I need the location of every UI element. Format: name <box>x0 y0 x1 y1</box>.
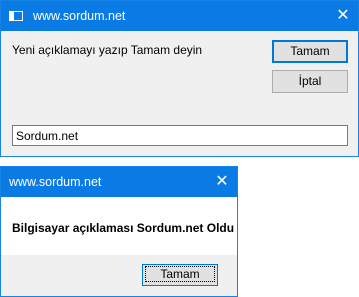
ok-button-label: Tamam <box>290 44 330 58</box>
ok-button[interactable]: Tamam <box>272 40 348 63</box>
message-dialog-window: www.sordum.net ✕ Bilgisayar açıklaması S… <box>0 166 238 297</box>
input-dialog-title: www.sordum.net <box>33 9 126 23</box>
prompt-text: Yeni açıklamayı yazıp Tamam deyin <box>12 43 203 57</box>
close-icon[interactable]: ✕ <box>207 167 237 197</box>
window-icon <box>9 11 23 21</box>
description-input[interactable]: Sordum.net <box>12 125 348 146</box>
input-dialog-window: www.sordum.net ✕ Yeni açıklamayı yazıp T… <box>0 0 359 157</box>
ok-button-label: Tamam <box>145 266 215 282</box>
cancel-button-label: İptal <box>298 74 322 88</box>
message-dialog-titlebar[interactable]: www.sordum.net ✕ <box>1 167 237 197</box>
cancel-button[interactable]: İptal <box>272 70 348 93</box>
message-text: Bilgisayar açıklaması Sordum.net Oldu <box>12 221 235 235</box>
ok-button[interactable]: Tamam <box>142 264 218 286</box>
message-dialog-title: www.sordum.net <box>9 175 102 189</box>
input-dialog-titlebar[interactable]: www.sordum.net ✕ <box>1 1 358 31</box>
close-icon[interactable]: ✕ <box>328 1 358 31</box>
message-dialog-footer: Tamam <box>1 255 237 296</box>
